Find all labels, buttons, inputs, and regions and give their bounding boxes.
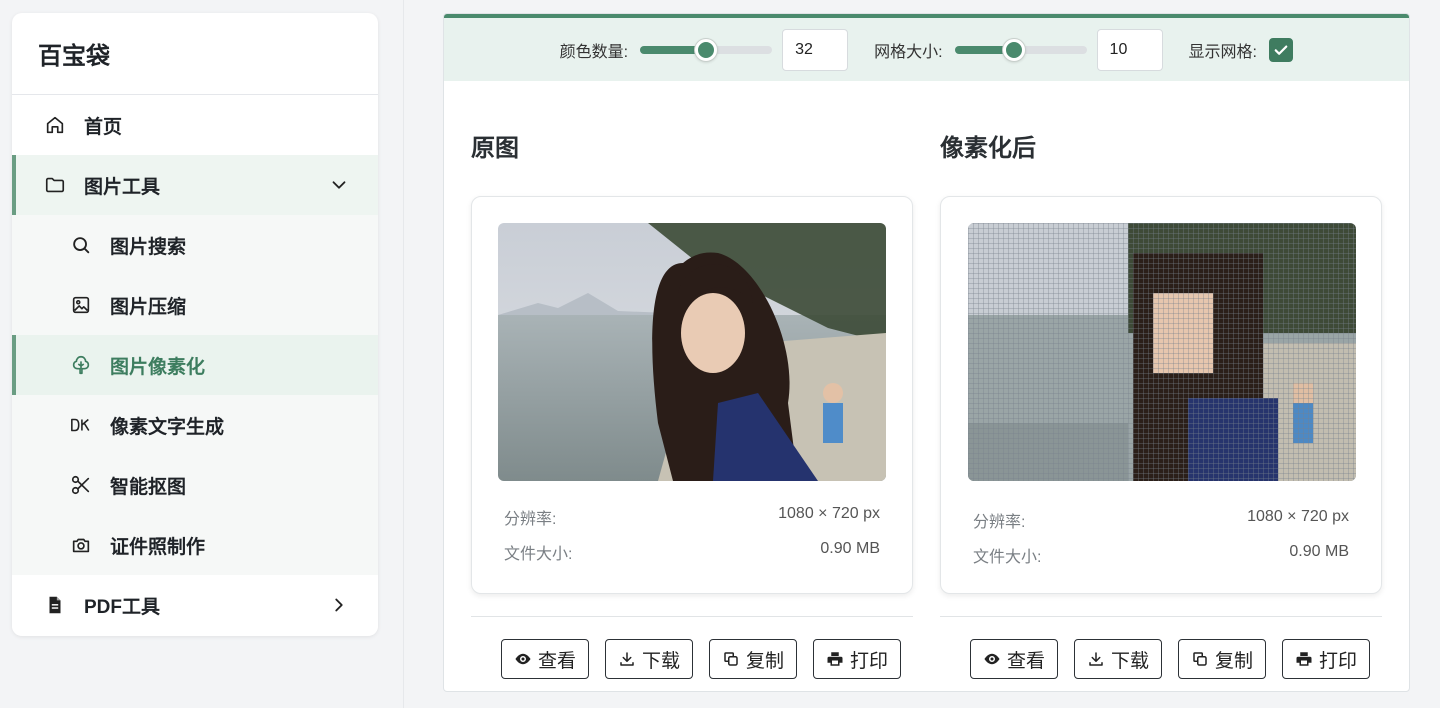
sidebar-item-label: 图片搜索 xyxy=(110,236,187,258)
original-actions: 查看 下载 复制 打印 xyxy=(471,639,913,679)
download-icon xyxy=(1089,652,1103,666)
color-count-control: 颜色数量: xyxy=(559,28,849,71)
resolution-value: 1080 × 720 px xyxy=(1247,508,1349,525)
show-grid-label: 显示网格: xyxy=(1188,43,1257,61)
original-title: 原图 xyxy=(471,135,519,162)
sidebar-item-smart-cutout[interactable]: 智能抠图 xyxy=(12,455,378,515)
chevron-right-icon xyxy=(335,598,343,612)
print-button-label: 打印 xyxy=(850,650,889,672)
chevron-down-icon xyxy=(332,181,346,189)
download-button[interactable]: 下载 xyxy=(605,639,694,679)
pixelated-resolution-row: 分辨率: 1080 × 720 px xyxy=(973,508,1349,532)
view-button-label: 查看 xyxy=(1007,650,1046,672)
resolution-label: 分辨率: xyxy=(504,511,557,528)
sidebar-item-id-photo[interactable]: 证件照制作 xyxy=(12,515,378,575)
slider-thumb[interactable] xyxy=(1002,38,1025,61)
view-button[interactable]: 查看 xyxy=(501,639,590,679)
grid-size-slider[interactable] xyxy=(954,38,1087,61)
color-count-label: 颜色数量: xyxy=(559,43,629,61)
original-card: 分辨率: 1080 × 720 px 文件大小: 0.90 MB xyxy=(471,196,913,594)
pdf-file-icon xyxy=(44,594,66,616)
pixelated-title: 像素化后 xyxy=(940,135,1036,162)
show-grid-control: 显示网格: xyxy=(1188,37,1293,62)
image-icon xyxy=(70,294,92,316)
print-button[interactable]: 打印 xyxy=(1282,639,1371,679)
sidebar-area: 百宝袋 首页 图片工具 图片搜索 图片压缩 图片像素化 像素文字生成 智能抠图 … xyxy=(0,0,404,708)
sidebar-item-label: 首页 xyxy=(84,116,123,138)
original-resolution-row: 分辨率: 1080 × 720 px xyxy=(504,505,880,529)
sidebar-item-image-tools[interactable]: 图片工具 xyxy=(12,155,378,215)
original-column: 原图 分辨率: 1080 × 720 px 文件大小: 0.90 MB 查看 下… xyxy=(471,128,913,679)
print-button[interactable]: 打印 xyxy=(813,639,902,679)
download-button-label: 下载 xyxy=(642,650,681,672)
eye-icon xyxy=(515,653,531,665)
sidebar-item-image-pixelate[interactable]: 图片像素化 xyxy=(12,335,378,395)
printer-icon xyxy=(1296,652,1312,666)
resolution-label: 分辨率: xyxy=(973,514,1026,531)
copy-icon xyxy=(1193,652,1207,666)
resolution-value: 1080 × 720 px xyxy=(778,505,880,522)
sidebar-item-label: 图片工具 xyxy=(84,176,161,198)
sidebar-item-label: 图片像素化 xyxy=(110,356,206,378)
checkmark-icon xyxy=(1274,45,1288,55)
sidebar-item-label: 像素文字生成 xyxy=(110,416,225,438)
download-icon xyxy=(620,652,634,666)
copy-button-label: 复制 xyxy=(1215,650,1254,672)
settings-toolbar: 颜色数量: 网格大小: 显示网格: xyxy=(444,14,1409,81)
slider-thumb[interactable] xyxy=(695,38,718,61)
original-image xyxy=(498,223,886,481)
pixel-grid-overlay xyxy=(968,223,1356,481)
sidebar-item-label: 图片压缩 xyxy=(110,296,187,318)
folder-icon xyxy=(44,174,66,196)
divider xyxy=(940,616,1382,617)
camera-icon xyxy=(70,534,92,556)
filesize-value: 0.90 MB xyxy=(1289,543,1349,560)
print-button-label: 打印 xyxy=(1319,650,1358,672)
eye-icon xyxy=(984,653,1000,665)
sidebar-item-image-search[interactable]: 图片搜索 xyxy=(12,215,378,275)
pixelated-filesize-row: 文件大小: 0.90 MB xyxy=(973,543,1349,567)
sidebar-item-label: 智能抠图 xyxy=(110,476,187,498)
sidebar-item-home[interactable]: 首页 xyxy=(12,95,378,155)
sidebar-item-image-compress[interactable]: 图片压缩 xyxy=(12,275,378,335)
color-count-input[interactable] xyxy=(782,28,849,71)
filesize-value: 0.90 MB xyxy=(820,540,880,557)
sidebar: 百宝袋 首页 图片工具 图片搜索 图片压缩 图片像素化 像素文字生成 智能抠图 … xyxy=(12,13,378,636)
color-count-slider[interactable] xyxy=(640,38,773,61)
scissors-icon xyxy=(70,474,92,496)
download-button-label: 下载 xyxy=(1111,650,1150,672)
copy-button[interactable]: 复制 xyxy=(1178,639,1267,679)
grid-size-control: 网格大小: xyxy=(874,28,1163,71)
show-grid-checkbox[interactable] xyxy=(1269,37,1293,62)
filesize-label: 文件大小: xyxy=(504,546,573,563)
printer-icon xyxy=(827,652,843,666)
grid-size-input[interactable] xyxy=(1096,28,1163,71)
copy-button-label: 复制 xyxy=(746,650,785,672)
copy-button[interactable]: 复制 xyxy=(709,639,798,679)
view-button-label: 查看 xyxy=(538,650,577,672)
search-icon xyxy=(70,234,92,256)
download-button[interactable]: 下载 xyxy=(1074,639,1163,679)
sidebar-item-label: PDF工具 xyxy=(84,596,161,618)
copy-icon xyxy=(724,652,738,666)
pixelated-image xyxy=(968,223,1356,481)
filesize-label: 文件大小: xyxy=(973,549,1042,566)
original-filesize-row: 文件大小: 0.90 MB xyxy=(504,540,880,564)
brand-title: 百宝袋 xyxy=(12,13,378,95)
home-icon xyxy=(44,114,66,136)
pixel-tree-icon xyxy=(70,354,92,376)
pixelated-column: 像素化后 分辨率: 1080 × 720 px 文件大小: 0.90 MB 查看… xyxy=(940,128,1382,679)
sidebar-item-label: 证件照制作 xyxy=(110,536,206,558)
pixelate-panel: 颜色数量: 网格大小: 显示网格: xyxy=(443,13,1410,692)
divider xyxy=(471,616,913,617)
sidebar-item-pixel-text[interactable]: 像素文字生成 xyxy=(12,395,378,455)
view-button[interactable]: 查看 xyxy=(970,639,1059,679)
grid-size-label: 网格大小: xyxy=(874,43,943,61)
sidebar-item-pdf-tools[interactable]: PDF工具 xyxy=(12,575,378,635)
app: 百宝袋 首页 图片工具 图片搜索 图片压缩 图片像素化 像素文字生成 智能抠图 … xyxy=(0,0,1440,708)
pixel-text-icon xyxy=(70,414,92,436)
pixelated-actions: 查看 下载 复制 打印 xyxy=(940,639,1382,679)
pixelated-card: 分辨率: 1080 × 720 px 文件大小: 0.90 MB xyxy=(940,196,1382,594)
